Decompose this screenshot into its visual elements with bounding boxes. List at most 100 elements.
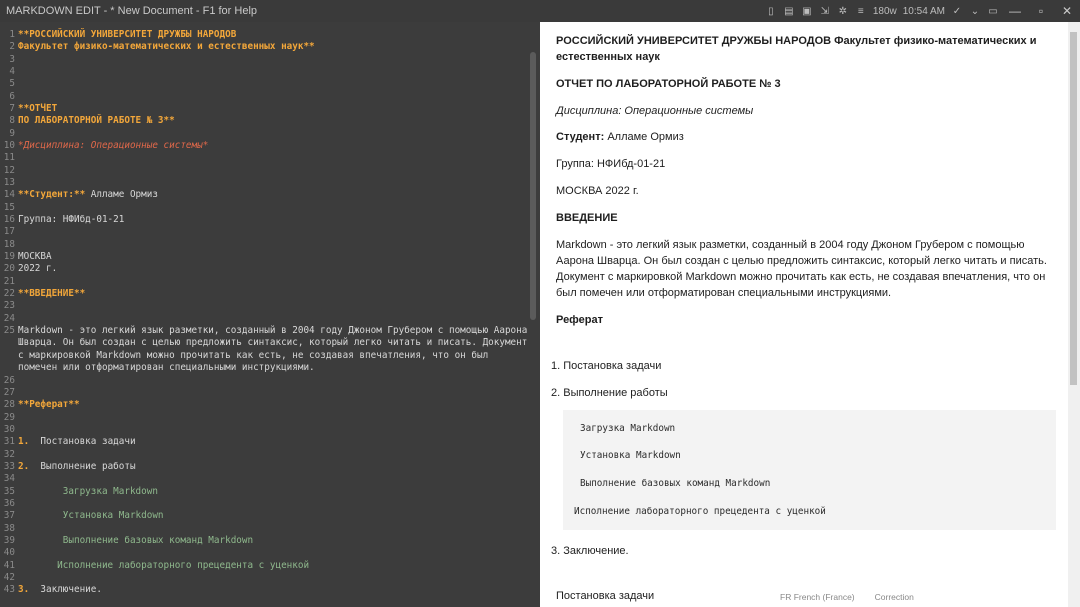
line-text: Группа: НФИбд-01-21 xyxy=(18,214,125,226)
line-number: 37 xyxy=(3,510,15,522)
settings-gear-icon[interactable]: ✲ xyxy=(835,3,851,19)
line-text: *Дисциплина: Операционные системы* xyxy=(18,140,209,152)
line-number: 42 xyxy=(3,571,15,583)
preview-intro-heading: ВВЕДЕНИЕ xyxy=(556,212,618,224)
editor-line[interactable]: 36 xyxy=(0,498,540,510)
line-text: Исполнение лабораторного прецедента с уц… xyxy=(18,559,310,571)
editor-line[interactable]: 35 Загрузка Markdown xyxy=(0,486,540,498)
new-document-icon[interactable]: ▯ xyxy=(763,3,779,19)
editor-line[interactable]: 27 xyxy=(0,387,540,399)
line-text: Выполнение базовых команд Markdown xyxy=(18,534,254,546)
preview-scrollbar-thumb[interactable] xyxy=(1070,32,1077,385)
editor-line[interactable]: 8 ПО ЛАБОРАТОРНОЙ РАБОТЕ № 3** xyxy=(0,115,540,127)
editor-line[interactable]: 20 2022 г. xyxy=(0,263,540,275)
editor-line[interactable]: 37 Установка Markdown xyxy=(0,510,540,522)
line-text: МОСКВА xyxy=(18,251,52,263)
open-file-icon[interactable]: ▤ xyxy=(781,3,797,19)
editor-line[interactable]: 26 xyxy=(0,375,540,387)
line-number: 34 xyxy=(3,473,15,485)
preview-discipline: Дисциплина: Операционные системы xyxy=(556,105,754,117)
line-number: 25 xyxy=(3,325,15,337)
clock: 10:54 AM xyxy=(902,5,945,17)
editor-line[interactable]: 24 xyxy=(0,313,540,325)
line-number: 24 xyxy=(3,312,15,324)
line-text: **ВВЕДЕНИЕ** xyxy=(18,288,86,300)
editor-line[interactable]: 23 xyxy=(0,300,540,312)
close-button[interactable]: ✕ xyxy=(1054,0,1080,22)
line-number: 38 xyxy=(3,522,15,534)
line-number: 40 xyxy=(3,547,15,559)
editor-line[interactable]: 41 Исполнение лабораторного прецедента с… xyxy=(0,560,540,572)
editor-line[interactable]: 22 **ВВЕДЕНИЕ** xyxy=(0,288,540,300)
line-number: 31 xyxy=(3,436,15,448)
word-count: 180w xyxy=(872,5,897,17)
window-title: MARKDOWN EDIT - * New Document - F1 for … xyxy=(6,5,258,17)
editor-line[interactable]: 15 xyxy=(0,202,540,214)
editor-line[interactable]: 40 xyxy=(0,547,540,559)
line-number: 19 xyxy=(3,251,15,263)
line-number: 2 xyxy=(9,41,15,53)
line-text: **Студент:** Алламе Ормиз xyxy=(18,189,158,201)
editor-line[interactable]: 17 xyxy=(0,226,540,238)
editor-line[interactable]: 42 xyxy=(0,572,540,584)
editor-line[interactable]: 1 **РОССИЙСКИЙ УНИВЕРСИТЕТ ДРУЖБЫ НАРОДОВ xyxy=(0,29,540,41)
line-number: 33 xyxy=(3,460,15,472)
editor-line[interactable]: 6 xyxy=(0,91,540,103)
code-line: Исполнение лабораторного прецедента с уц… xyxy=(574,506,826,517)
editor-line[interactable]: 19 МОСКВА xyxy=(0,251,540,263)
minimize-button[interactable]: — xyxy=(1002,0,1028,22)
editor-line[interactable]: 12 xyxy=(0,165,540,177)
editor-line[interactable]: 21 xyxy=(0,276,540,288)
editor-line[interactable]: 34 xyxy=(0,473,540,485)
print-icon[interactable]: ▭ xyxy=(985,3,1001,19)
correction-indicator[interactable]: Correction xyxy=(875,592,914,602)
preview-header: РОССИЙСКИЙ УНИВЕРСИТЕТ ДРУЖБЫ НАРОДОВ Фа… xyxy=(556,35,1037,63)
editor-line[interactable]: 7 **ОТЧЕТ xyxy=(0,103,540,115)
editor-line[interactable]: 30 xyxy=(0,424,540,436)
editor-line[interactable]: 25 Markdown - это легкий язык разметки, с… xyxy=(0,325,540,373)
editor-line[interactable]: 38 xyxy=(0,523,540,535)
editor-line[interactable]: 4 xyxy=(0,66,540,78)
line-number: 12 xyxy=(3,164,15,176)
line-number: 5 xyxy=(9,78,15,90)
spell-check-icon[interactable]: ✓ xyxy=(949,3,965,19)
dropdown-icon[interactable]: ⌄ xyxy=(967,3,983,19)
line-number: 43 xyxy=(3,584,15,596)
editor-line[interactable]: 29 xyxy=(0,412,540,424)
status-overlay: FR French (France) Correction xyxy=(780,592,914,602)
editor-line[interactable]: 16 Группа: НФИбд-01-21 xyxy=(0,214,540,226)
line-text: Установка Markdown xyxy=(18,510,164,522)
language-indicator[interactable]: FR French (France) xyxy=(780,592,855,602)
line-number: 29 xyxy=(3,411,15,423)
preview-scrollbar[interactable] xyxy=(1068,22,1080,607)
line-number: 21 xyxy=(3,275,15,287)
preview-group: Группа: НФИбд-01-21 xyxy=(556,158,666,170)
editor-line[interactable]: 39 Выполнение базовых команд Markdown xyxy=(0,535,540,547)
editor-line[interactable]: 2 Факультет физико-математических и естес… xyxy=(0,41,540,53)
line-number: 35 xyxy=(3,485,15,497)
save-icon[interactable]: ▣ xyxy=(799,3,815,19)
line-number: 9 xyxy=(9,127,15,139)
editor-line[interactable]: 32 xyxy=(0,449,540,461)
editor-line[interactable]: 18 xyxy=(0,239,540,251)
editor-line[interactable]: 11 xyxy=(0,152,540,164)
menu-icon[interactable]: ≡ xyxy=(853,3,869,19)
editor-line[interactable]: 13 xyxy=(0,177,540,189)
preview-student: Студент: Алламе Ормиз xyxy=(556,131,684,143)
editor-line[interactable]: 10 *Дисциплина: Операционные системы* xyxy=(0,140,540,152)
editor-line[interactable]: 28 **Реферат** xyxy=(0,399,540,411)
line-text: 2. Выполнение работы xyxy=(18,460,136,472)
editor-line[interactable]: 5 xyxy=(0,78,540,90)
markdown-editor[interactable]: 1 **РОССИЙСКИЙ УНИВЕРСИТЕТ ДРУЖБЫ НАРОДОВ… xyxy=(0,22,540,607)
editor-line[interactable]: 33 2. Выполнение работы xyxy=(0,461,540,473)
line-number: 10 xyxy=(3,140,15,152)
editor-line[interactable]: 43 3. Заключение. xyxy=(0,584,540,596)
export-icon[interactable]: ⇲ xyxy=(817,3,833,19)
maximize-button[interactable]: ▫ xyxy=(1028,0,1054,22)
editor-line[interactable]: 3 xyxy=(0,54,540,66)
editor-line[interactable]: 9 xyxy=(0,128,540,140)
line-number: 23 xyxy=(3,300,15,312)
code-line: Выполнение базовых команд Markdown xyxy=(580,478,771,489)
editor-line[interactable]: 31 1. Постановка задачи xyxy=(0,436,540,448)
editor-line[interactable]: 14 **Студент:** Алламе Ормиз xyxy=(0,189,540,201)
